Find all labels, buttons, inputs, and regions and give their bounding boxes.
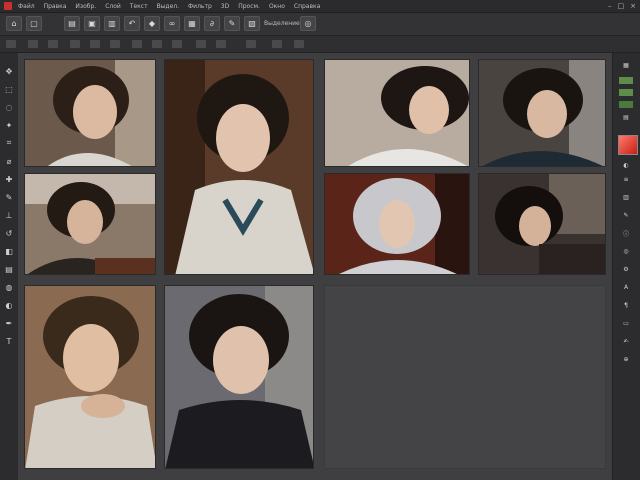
eyedropper-tool-icon[interactable]: ⌀ (3, 155, 15, 167)
pen-tool-icon[interactable]: ✒ (3, 317, 15, 329)
navigator-panel-icon[interactable]: ◎ (619, 247, 633, 256)
option-opacity-icon[interactable] (70, 40, 80, 48)
main-toolbar: ⌂ ▢ ▤ ▣ ▥ ↶ ◆ ∞ ▦ ∂ ✎ ▧ Выделение ◎ (0, 13, 640, 36)
right-panel: ▦ ▤ ◐ ≡ ▥ ✎ ⓘ ◎ ⚙ A ¶ ▭ ✍ ⊕ (612, 53, 640, 480)
option-symmetry-icon[interactable] (246, 40, 256, 48)
info-panel-icon[interactable]: ⓘ (619, 229, 633, 238)
menu-select[interactable]: Выдел. (157, 3, 179, 10)
eraser-icon[interactable]: ▦ (184, 16, 200, 31)
actions-panel-icon[interactable]: ▤ (619, 113, 633, 122)
option-sample-icon[interactable] (172, 40, 182, 48)
undo-icon[interactable]: ↶ (124, 16, 140, 31)
type-tool-icon[interactable]: T (3, 335, 15, 347)
option-hardness-icon[interactable] (48, 40, 58, 48)
image-tile-4[interactable] (478, 59, 606, 167)
settings-icon[interactable]: ◎ (300, 16, 316, 31)
clone-source-icon[interactable]: ⊕ (619, 355, 633, 364)
tools-panel: ✥ ⬚ ◌ ✦ ⌗ ⌀ ✚ ✎ ⊥ ↺ ◧ ▤ ◍ ◐ ✒ T (0, 53, 19, 480)
layers-icon[interactable]: ✎ (224, 16, 240, 31)
timeline-panel-icon[interactable]: ▭ (619, 319, 633, 328)
image-tile-1[interactable] (24, 59, 156, 167)
menu-edit[interactable]: Правка (44, 3, 67, 10)
brush-tool-icon[interactable]: ✎ (3, 191, 15, 203)
move-tool-icon[interactable]: ✥ (3, 65, 15, 77)
option-preset-icon[interactable] (272, 40, 282, 48)
dodge-tool-icon[interactable]: ◐ (3, 299, 15, 311)
notes-panel-icon[interactable]: ✍ (619, 337, 633, 346)
stamp-tool-icon[interactable]: ⊥ (3, 209, 15, 221)
image-tile-8[interactable] (24, 285, 156, 469)
redo-icon[interactable]: ◆ (144, 16, 160, 31)
new-file-icon[interactable]: ▢ (26, 16, 42, 31)
channel-swatch-icon[interactable] (619, 77, 633, 84)
paragraph-panel-icon[interactable]: ¶ (619, 301, 633, 310)
brushes-panel-icon[interactable]: ✎ (619, 211, 633, 220)
crop-tool-icon[interactable]: ⌗ (3, 137, 15, 149)
lasso-tool-icon[interactable]: ◌ (3, 101, 15, 113)
history-swatch-icon[interactable] (619, 101, 633, 108)
history-tool-icon[interactable]: ↺ (3, 227, 15, 239)
menu-file[interactable]: Файл (18, 3, 35, 10)
minimize-icon[interactable]: – (608, 2, 612, 10)
menu-filter[interactable]: Фильтр (188, 3, 212, 10)
styles-panel-icon[interactable]: ≡ (619, 175, 633, 184)
menu-3d[interactable]: 3D (221, 3, 229, 10)
brush-icon[interactable]: ∞ (164, 16, 180, 31)
option-airbrush-icon[interactable] (216, 40, 226, 48)
zoom-icon[interactable]: ▧ (244, 16, 260, 31)
option-smooth-icon[interactable] (110, 40, 120, 48)
option-extra-icon[interactable] (294, 40, 304, 48)
properties-panel-icon[interactable]: ⚙ (619, 265, 633, 274)
option-angle-icon[interactable] (132, 40, 142, 48)
gradient-tool-icon[interactable]: ▤ (3, 263, 15, 275)
print-icon[interactable]: ▥ (104, 16, 120, 31)
window-controls: – □ × (608, 2, 636, 10)
close-icon[interactable]: × (630, 2, 636, 10)
image-tile-5[interactable] (24, 173, 156, 275)
option-blend-icon[interactable] (196, 40, 206, 48)
toolbar-label: Выделение (264, 20, 300, 27)
options-bar (0, 36, 640, 53)
menu-help[interactable]: Справка (294, 3, 320, 10)
canvas-area[interactable] (18, 53, 612, 480)
image-tile-6[interactable] (324, 173, 470, 275)
wand-tool-icon[interactable]: ✦ (3, 119, 15, 131)
image-tile-3[interactable] (324, 59, 470, 167)
menu-bar: Файл Правка Изобр. Слой Текст Выдел. Фил… (0, 0, 640, 13)
eraser-tool-icon[interactable]: ◧ (3, 245, 15, 257)
menu-view[interactable]: Просм. (238, 3, 260, 10)
app-logo-icon (4, 2, 12, 10)
option-size-icon[interactable] (28, 40, 38, 48)
image-tile-9[interactable] (164, 285, 314, 469)
menu-window[interactable]: Окно (269, 3, 285, 10)
adjust-panel-icon[interactable]: ◐ (619, 161, 633, 170)
maximize-icon[interactable]: □ (618, 2, 625, 10)
save-icon[interactable]: ▣ (84, 16, 100, 31)
heal-tool-icon[interactable]: ✚ (3, 173, 15, 185)
menu-image[interactable]: Изобр. (75, 3, 96, 10)
menu-layer[interactable]: Слой (105, 3, 121, 10)
character-panel-icon[interactable]: A (619, 283, 633, 292)
color-picker-icon[interactable] (618, 135, 638, 155)
marquee-tool-icon[interactable]: ⬚ (3, 83, 15, 95)
image-tile-7[interactable] (478, 173, 606, 275)
menu-type[interactable]: Текст (130, 3, 148, 10)
open-icon[interactable]: ▤ (64, 16, 80, 31)
option-pressure-icon[interactable] (152, 40, 162, 48)
layers-panel-icon[interactable]: ▦ (619, 61, 633, 70)
option-flow-icon[interactable] (90, 40, 100, 48)
swatches-panel-icon[interactable]: ▥ (619, 193, 633, 202)
option-mode-icon[interactable] (6, 40, 16, 48)
home-icon[interactable]: ⌂ (6, 16, 22, 31)
image-tile-2[interactable] (164, 59, 314, 275)
empty-canvas-region[interactable] (324, 285, 606, 469)
blur-tool-icon[interactable]: ◍ (3, 281, 15, 293)
paths-swatch-icon[interactable] (619, 89, 633, 96)
crop-icon[interactable]: ∂ (204, 16, 220, 31)
